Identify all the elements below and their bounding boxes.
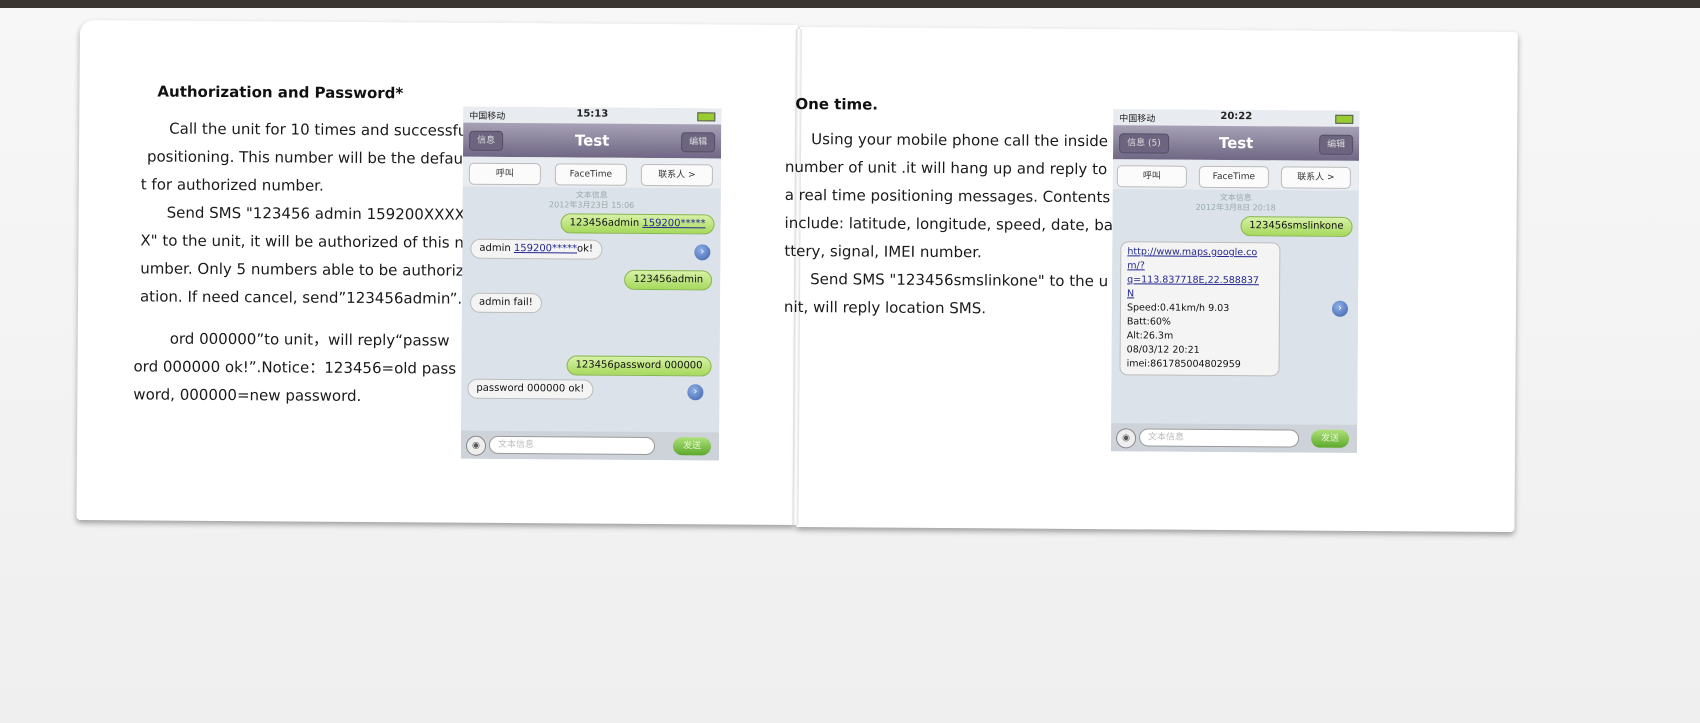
altitude-line: Alt:26.3m — [1126, 330, 1174, 342]
text-line: number of unit .it will hang up and repl… — [784, 157, 1108, 179]
text-line: ttery, signal, IMEI number. — [784, 241, 982, 262]
map-link[interactable]: q=113.837718E,22.588837 — [1127, 273, 1273, 288]
contact-actions: 呼叫 FaceTime 联系人 > — [462, 156, 722, 189]
camera-icon[interactable]: ◉ — [465, 435, 487, 456]
authorization-paragraph: Call the unit for 10 times and successfu… — [140, 114, 472, 312]
edit-button[interactable]: 编辑 — [1319, 134, 1354, 155]
text-line: ation. If need cancel, send”123456admin”… — [139, 287, 463, 308]
message-text: ok! — [577, 243, 594, 255]
text-line: Call the unit for 10 times and successfu… — [169, 119, 472, 140]
clock: 15:13 — [576, 108, 609, 120]
imei-line: imei:861785004802959 — [1126, 358, 1241, 371]
sms-screenshot-location: 中国移动 20:22 信息 (5) Test 编辑 呼叫 FaceTime 联系… — [1110, 109, 1360, 453]
send-button[interactable]: 发送 — [672, 437, 712, 456]
text-line: ord 000000 ok!”.Notice：123456=old pass — [133, 357, 457, 378]
clock: 20:22 — [1220, 110, 1253, 123]
heading-text: One time. — [795, 94, 879, 114]
text-line: t for authorized number. — [140, 175, 324, 195]
sent-message: 123456password 000000 — [566, 355, 712, 377]
text-line: X" to the unit, it will be authorized of… — [140, 231, 464, 252]
text-line: nit, will reply location SMS. — [783, 297, 987, 318]
phone-link[interactable]: 159200***** — [642, 218, 705, 229]
text-line: word, 000000=new password. — [133, 385, 362, 405]
received-message: password 000000 ok! — [467, 378, 594, 400]
disclosure-arrow-icon[interactable]: › — [1331, 300, 1349, 317]
status-bar: 中国移动 15:13 — [463, 106, 722, 125]
contacts-button[interactable]: 联系人 > — [640, 163, 713, 187]
call-button[interactable]: 呼叫 — [468, 162, 541, 186]
facetime-button[interactable]: FaceTime — [1198, 165, 1269, 189]
sent-message: 123456smslinkone — [1240, 216, 1353, 237]
facetime-button[interactable]: FaceTime — [554, 163, 627, 186]
nav-bar: 信息 (5) Test 编辑 — [1113, 125, 1360, 161]
message-text: admin — [479, 242, 514, 255]
disclosure-arrow-icon[interactable]: › — [687, 384, 704, 401]
compose-bar: ◉ 文本信息 发送 — [460, 430, 720, 461]
battery-icon — [1335, 114, 1354, 124]
one-time-paragraph: Using your mobile phone call the inside … — [784, 125, 1114, 323]
location-reply-message: http://www.maps.google.co m/? q=113.8377… — [1119, 241, 1281, 377]
section-heading-one-time: One time. — [795, 95, 878, 114]
map-link[interactable]: N — [1127, 287, 1273, 302]
text-line: Using your mobile phone call the inside — [811, 130, 1109, 151]
edit-button[interactable]: 编辑 — [681, 132, 716, 153]
phone-link[interactable]: 159200***** — [514, 243, 577, 254]
message-thread: 文本信息 2012年3月23日 15:06 123456admin 159200… — [461, 186, 721, 433]
text-line: positioning. This number will be the def… — [146, 147, 468, 168]
battery-icon — [697, 112, 716, 122]
speed-line: Speed:0.41km/h 9.03 — [1126, 302, 1230, 315]
text-line: include: latitude, longitude, speed, dat… — [784, 213, 1114, 235]
thread-date: 2012年3月8日 20:18 — [1195, 202, 1276, 213]
status-bar: 中国移动 20:22 — [1113, 109, 1360, 127]
password-paragraph: ord 000000”to unit，will reply“passw ord … — [133, 324, 456, 410]
text-line: Send SMS "123456smslinkone" to the u — [810, 270, 1109, 291]
section-heading-authorization: Authorization and Password* — [157, 82, 404, 103]
sent-message: 123456admin — [624, 269, 713, 291]
send-button[interactable]: 发送 — [1311, 429, 1350, 448]
map-link[interactable]: http://www.maps.google.co — [1127, 245, 1273, 260]
sent-message: 123456admin 159200***** — [560, 213, 715, 235]
scan-top-edge — [0, 0, 1700, 8]
camera-icon[interactable]: ◉ — [1115, 428, 1137, 449]
datetime-line: 08/03/12 20:21 — [1126, 344, 1200, 356]
map-link[interactable]: m/? — [1127, 259, 1273, 274]
battery-line: Batt:60% — [1126, 316, 1172, 328]
nav-bar: 信息 Test 编辑 — [463, 122, 722, 159]
manual-booklet: Authorization and Password* Call the uni… — [76, 14, 1518, 540]
text-line: a real time positioning messages. Conten… — [784, 185, 1111, 207]
received-message: admin 159200*****ok! — [470, 238, 603, 260]
compose-bar: ◉ 文本信息 发送 — [1110, 423, 1358, 453]
message-input[interactable]: 文本信息 — [1139, 428, 1300, 448]
contacts-button[interactable]: 联系人 > — [1280, 166, 1351, 189]
message-thread: 文本信息 2012年3月8日 20:18 123456smslinkone ht… — [1111, 189, 1359, 425]
text-line: ord 000000”to unit，will reply“passw — [169, 329, 450, 350]
message-text: 123456admin — [569, 217, 643, 229]
contact-actions: 呼叫 FaceTime 联系人 > — [1112, 159, 1360, 191]
text-line: umber. Only 5 numbers able to be authori… — [140, 259, 464, 280]
sms-screenshot-authorization: 中国移动 15:13 信息 Test 编辑 呼叫 FaceTime 联系人 > … — [460, 106, 722, 461]
text-line: Send SMS "123456 admin 159200XXXX — [166, 203, 466, 224]
disclosure-arrow-icon[interactable]: › — [694, 244, 711, 261]
thread-date: 2012年3月23日 15:06 — [549, 200, 635, 210]
message-input[interactable]: 文本信息 — [488, 435, 656, 456]
call-button[interactable]: 呼叫 — [1116, 165, 1187, 188]
received-message: admin fail! — [469, 292, 542, 314]
